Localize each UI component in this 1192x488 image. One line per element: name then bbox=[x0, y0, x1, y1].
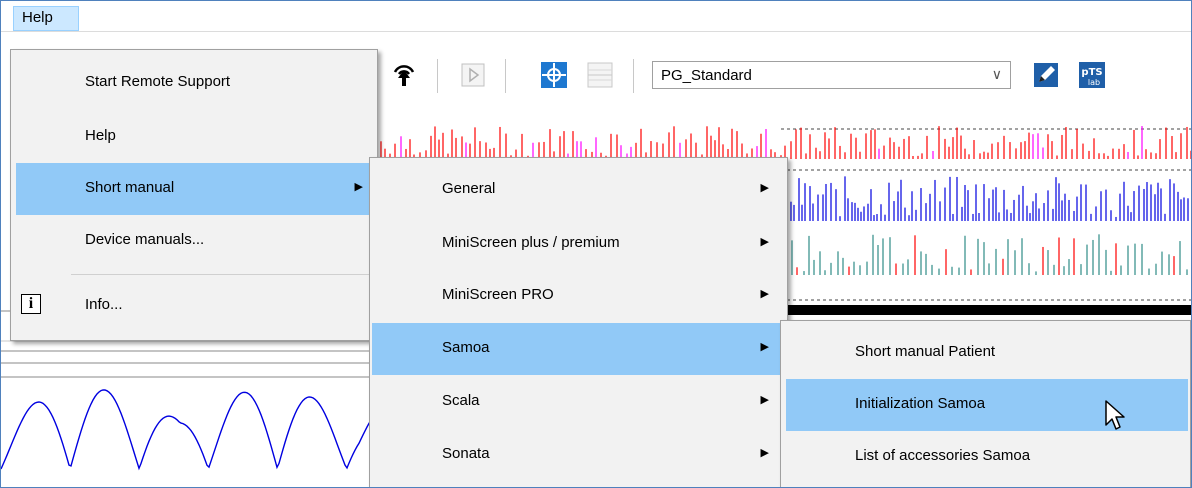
submenu-arrow-icon: ▶ bbox=[760, 288, 769, 300]
menu-item-sonata[interactable]: Sonata ▶ bbox=[372, 429, 785, 481]
menu-item-list-of-accessories-samoa[interactable]: List of accessories Samoa bbox=[783, 431, 1188, 483]
menu-bar: Help bbox=[1, 1, 1191, 32]
crosshair-icon[interactable] bbox=[539, 60, 569, 90]
svg-text:pTS: pTS bbox=[1081, 67, 1102, 78]
submenu-arrow-icon: ▶ bbox=[760, 341, 769, 353]
info-icon: i bbox=[21, 294, 41, 314]
submenu-arrow-icon: ▶ bbox=[760, 182, 769, 194]
menu-item-samoa[interactable]: Samoa ▶ bbox=[372, 323, 785, 375]
app-window: Help pTS lab PG_Standard ∨ Start Remote … bbox=[0, 0, 1192, 488]
menubar-help[interactable]: Help bbox=[13, 6, 79, 31]
chevron-down-icon: ∨ bbox=[991, 66, 1002, 82]
transmit-icon[interactable] bbox=[389, 60, 419, 90]
menu-item-device-manuals[interactable]: Device manuals... bbox=[13, 215, 375, 267]
play-icon[interactable] bbox=[458, 60, 488, 90]
short-manual-submenu: General ▶ MiniScreen plus / premium ▶ Mi… bbox=[369, 157, 788, 487]
submenu-arrow-icon: ▶ bbox=[354, 181, 363, 193]
menu-item-short-manual-patient[interactable]: Short manual Patient bbox=[783, 327, 1188, 379]
menu-item-short-manual[interactable]: Short manual ▶ bbox=[16, 163, 375, 215]
menubar-help-label: Help bbox=[22, 9, 53, 26]
menu-item-miniscreen-pro[interactable]: MiniScreen PRO ▶ bbox=[372, 270, 785, 322]
menu-item-info[interactable]: i Info... bbox=[13, 280, 375, 332]
help-dropdown: Start Remote Support Help Short manual ▶… bbox=[10, 49, 378, 341]
menu-item-scala[interactable]: Scala ▶ bbox=[372, 376, 785, 428]
submenu-arrow-icon: ▶ bbox=[760, 447, 769, 459]
submenu-arrow-icon: ▶ bbox=[760, 236, 769, 248]
mouse-cursor-icon bbox=[1105, 400, 1125, 430]
menu-item-start-remote-support[interactable]: Start Remote Support bbox=[13, 57, 375, 109]
waveform-grid-icon[interactable] bbox=[585, 60, 615, 90]
submenu-arrow-icon: ▶ bbox=[760, 394, 769, 406]
menu-item-miniscreen-plus-premium[interactable]: MiniScreen plus / premium ▶ bbox=[372, 218, 785, 270]
profile-select[interactable]: PG_Standard ∨ bbox=[652, 61, 1011, 89]
edit-pen-icon[interactable] bbox=[1031, 60, 1061, 90]
svg-text:lab: lab bbox=[1088, 78, 1100, 87]
profile-select-value: PG_Standard bbox=[661, 67, 752, 84]
menu-item-general[interactable]: General ▶ bbox=[372, 164, 785, 216]
menu-item-help[interactable]: Help bbox=[13, 111, 375, 163]
pts-lab-logo-icon[interactable]: pTS lab bbox=[1077, 60, 1107, 90]
